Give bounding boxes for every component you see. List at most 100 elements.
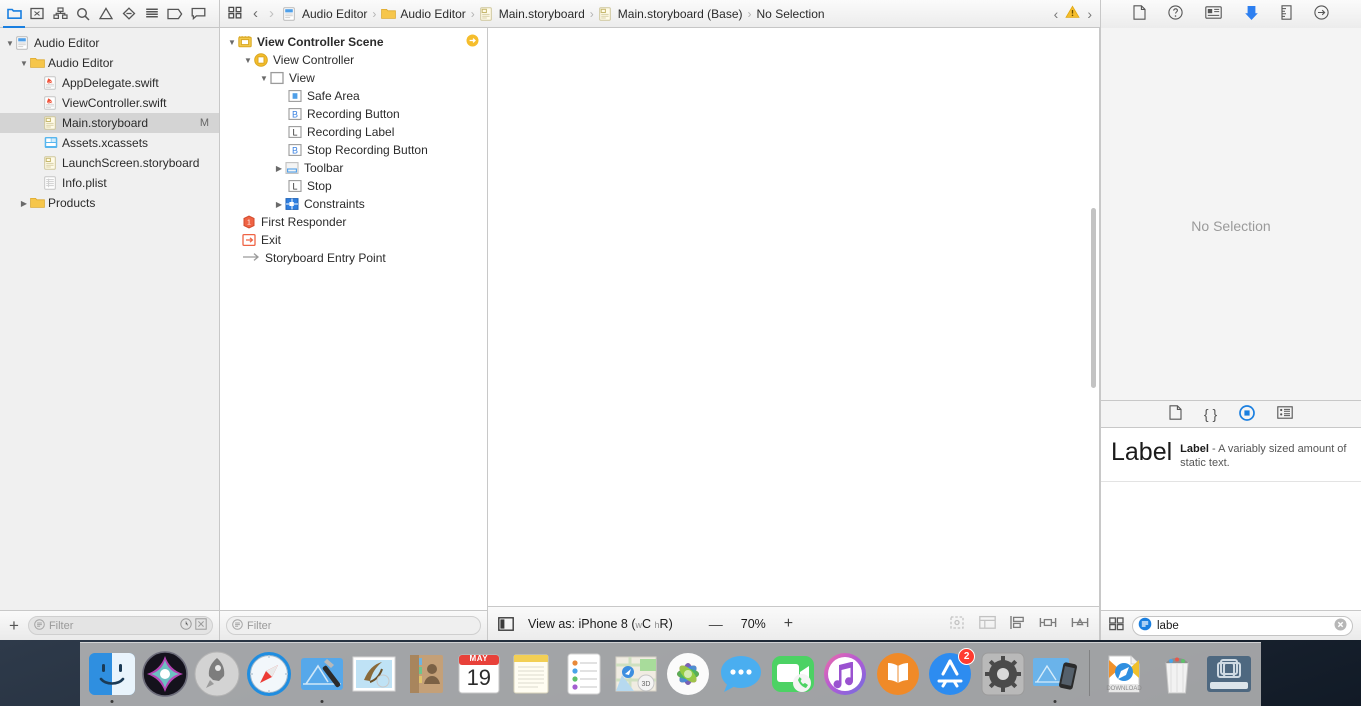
outline-row-safe-area[interactable]: Safe Area [220,87,487,105]
disclosure-triangle-down-icon[interactable]: ▼ [18,59,30,68]
connections-inspector-tab[interactable] [1314,5,1329,23]
embed-in-button[interactable] [979,615,996,633]
update-frames-button[interactable] [949,615,965,633]
outline-row-recording-label[interactable]: L Recording Label [220,123,487,141]
file-template-library-tab[interactable] [1169,405,1182,423]
outline-row-view-controller[interactable]: ▼ View Controller [220,51,487,69]
dock-item-siri[interactable] [140,646,188,704]
media-library-tab[interactable] [1277,406,1293,422]
dock-item-maps[interactable]: 3D [612,646,660,704]
tree-row-main-storyboard[interactable]: Main.storyboard M [0,113,219,133]
identity-inspector-tab[interactable] [1205,6,1222,22]
outline-row-first-responder[interactable]: 1 First Responder [220,213,487,231]
dock-item-system-preferences[interactable] [978,646,1026,704]
disclosure-triangle-down-icon[interactable]: ▼ [242,56,254,65]
library-item-label[interactable]: Label Label - A variably sized amount of… [1101,428,1361,482]
next-issue-button[interactable]: › [1087,6,1092,22]
canvas-vertical-scrollbar[interactable] [1091,208,1096,388]
find-navigator-tab[interactable] [72,4,94,24]
dock-item-downloads-stack[interactable]: DOWNLOAD [1100,646,1148,704]
outline-row-scene[interactable]: ▼ View Controller Scene [220,33,487,51]
outline-row-exit[interactable]: Exit [220,231,487,249]
zoom-out-button[interactable]: — [709,616,723,632]
outline-tree[interactable]: ▼ View Controller Scene ▼ [220,28,487,610]
breadcrumb-item-3[interactable]: Main.storyboard (Base) [618,7,743,21]
dock-item-launchpad[interactable] [193,646,241,704]
breadcrumb-item-0[interactable]: Audio Editor [302,7,367,21]
project-tree[interactable]: ▼ Audio Editor ▼ Audio Editor [0,28,219,610]
dock-item-xcode[interactable] [298,646,346,704]
dock-item-disk-image[interactable] [1205,646,1253,704]
previous-issue-button[interactable]: ‹ [1054,6,1059,22]
project-navigator-tab[interactable] [3,4,25,24]
dock-item-notes[interactable] [507,646,555,704]
navigator-filter-field[interactable]: Filter [28,616,213,635]
breadcrumb-item-1[interactable]: Audio Editor [400,7,465,21]
add-constraints-button[interactable] [1039,615,1057,633]
recent-files-filter-icon[interactable] [180,618,192,633]
clear-icon[interactable] [1334,618,1347,634]
dock-item-calendar[interactable]: MAY 19 [455,646,503,704]
symbol-navigator-tab[interactable] [49,4,71,24]
dock-item-facetime[interactable] [769,646,817,704]
disclosure-triangle-down-icon[interactable]: ▼ [4,39,16,48]
report-navigator-tab[interactable] [187,4,209,24]
disclosure-triangle-right-icon[interactable]: ▶ [273,200,285,209]
view-as-label[interactable]: View as: iPhone 8 (wC hR) [528,617,673,631]
dock-item-safari[interactable] [245,646,293,704]
dock-item-app-store[interactable]: 2 [926,646,974,704]
outline-row-storyboard-entry-point[interactable]: Storyboard Entry Point [220,249,487,267]
grid-icon[interactable] [1109,617,1124,634]
source-control-filter-icon[interactable] [195,618,207,633]
dock-item-messages[interactable] [717,646,765,704]
outline-row-toolbar[interactable]: ▶ Toolbar [220,159,487,177]
breadcrumb-item-4[interactable]: No Selection [757,7,825,21]
disclosure-triangle-down-icon[interactable]: ▼ [226,38,238,47]
file-inspector-tab[interactable] [1133,5,1146,23]
disclosure-triangle-right-icon[interactable]: ▶ [18,199,30,208]
issue-navigator-tab[interactable] [95,4,117,24]
resolve-auto-layout-issues-button[interactable] [1071,615,1089,633]
tree-row-project[interactable]: ▼ Audio Editor [0,33,219,53]
dock-item-reminders[interactable] [559,646,607,704]
warning-icon[interactable] [1065,5,1080,22]
go-back-button[interactable]: ‹ [253,5,258,22]
library-search-field[interactable]: labe [1132,616,1353,636]
dock-item-simulator[interactable] [1031,646,1079,704]
object-library-tab[interactable] [1239,405,1255,424]
dock-item-ibooks[interactable] [874,646,922,704]
object-library-list[interactable]: Label Label - A variably sized amount of… [1101,428,1361,610]
outline-row-recording-button[interactable]: B Recording Button [220,105,487,123]
source-control-navigator-tab[interactable] [26,4,48,24]
dock-item-finder[interactable] [88,646,136,704]
interface-builder-canvas[interactable]: 9:41 AM Audio Editor [488,28,1100,606]
tree-row-launchscreen[interactable]: LaunchScreen.storyboard [0,153,219,173]
related-items-icon[interactable] [228,6,242,22]
add-file-button[interactable]: + [6,617,22,634]
outline-row-stop[interactable]: L Stop [220,177,487,195]
outline-filter-field[interactable]: Filter [226,616,481,635]
tree-row-viewcontroller[interactable]: ViewController.swift [0,93,219,113]
quick-help-inspector-tab[interactable] [1168,5,1183,23]
outline-row-view[interactable]: ▼ View [220,69,487,87]
zoom-value[interactable]: 70% [741,617,766,631]
tree-row-appdelegate[interactable]: AppDelegate.swift [0,73,219,93]
disclosure-triangle-down-icon[interactable]: ▼ [258,74,270,83]
tree-row-infoplist[interactable]: Info.plist [0,173,219,193]
align-button[interactable] [1010,615,1025,633]
tree-row-group[interactable]: ▼ Audio Editor [0,53,219,73]
test-navigator-tab[interactable] [118,4,140,24]
dock-item-photos[interactable] [664,646,712,704]
dock-item-trash[interactable] [1152,646,1200,704]
zoom-in-button[interactable]: + [784,615,793,633]
code-snippet-library-tab[interactable]: { } [1204,406,1217,422]
debug-navigator-tab[interactable] [141,4,163,24]
disclosure-triangle-right-icon[interactable]: ▶ [273,164,285,173]
breakpoint-navigator-tab[interactable] [164,4,186,24]
breadcrumb-item-2[interactable]: Main.storyboard [499,7,585,21]
size-inspector-tab[interactable] [1281,5,1292,23]
dock-item-itunes[interactable] [821,646,869,704]
tree-row-assets[interactable]: Assets.xcassets [0,133,219,153]
outline-row-stop-recording-button[interactable]: B Stop Recording Button [220,141,487,159]
tree-row-products[interactable]: ▶ Products [0,193,219,213]
